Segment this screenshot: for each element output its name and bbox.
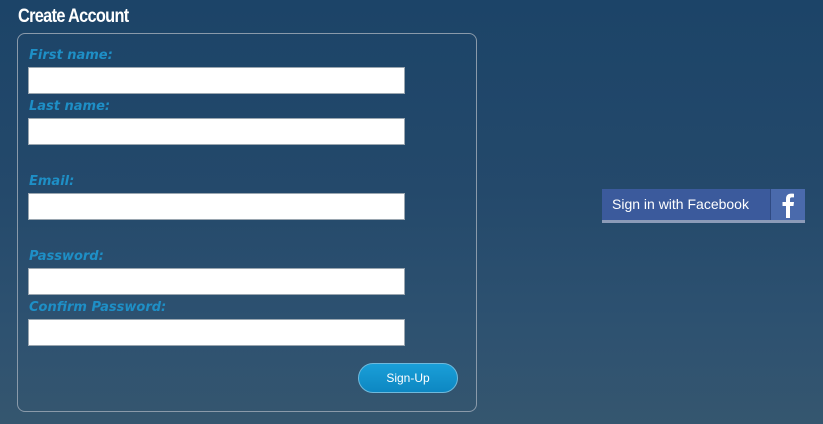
facebook-sign-in-button[interactable]: Sign in with Facebook — [602, 189, 805, 223]
email-label: Email: — [29, 174, 75, 189]
page-title: Create Account — [18, 6, 129, 27]
confirm-password-label: Confirm Password: — [29, 300, 167, 315]
password-label: Password: — [29, 249, 104, 264]
first-name-input[interactable] — [28, 67, 405, 94]
password-input[interactable] — [28, 268, 405, 295]
last-name-label: Last name: — [29, 99, 111, 114]
facebook-f-icon — [770, 189, 805, 220]
facebook-sign-in-label: Sign in with Facebook — [612, 196, 749, 212]
sign-up-button[interactable]: Sign-Up — [358, 363, 458, 393]
email-input[interactable] — [28, 193, 405, 220]
confirm-password-input[interactable] — [28, 319, 405, 346]
first-name-label: First name: — [29, 48, 113, 63]
last-name-input[interactable] — [28, 118, 405, 145]
